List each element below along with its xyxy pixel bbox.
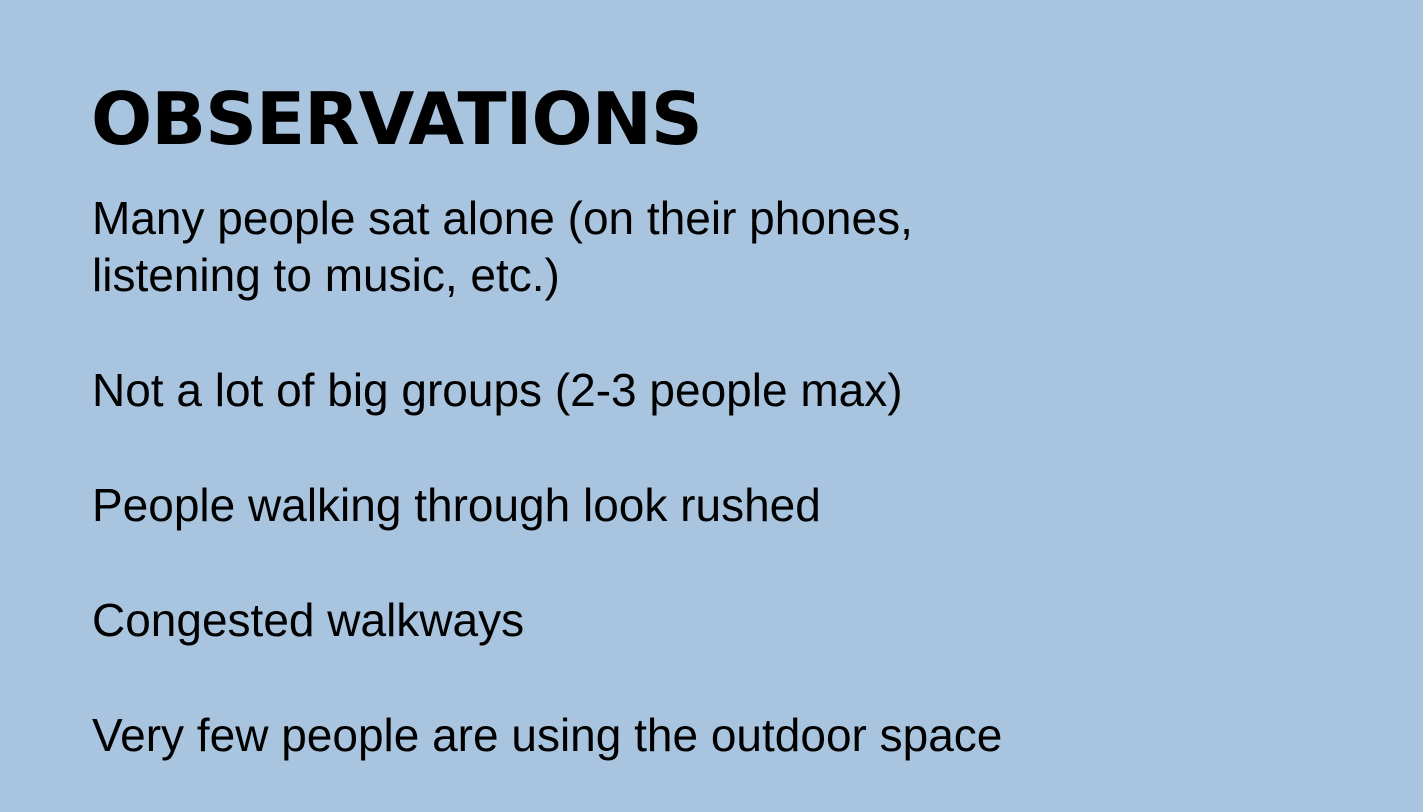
observation-item: Not a lot of big groups (2-3 people max): [92, 364, 903, 416]
observation-item: Congested walkways: [92, 594, 525, 646]
observation-item: People walking through look rushed: [92, 479, 821, 531]
observation-item: Many people sat alone (on their phones, …: [92, 192, 913, 301]
slide-title: OBSERVATIONS: [91, 77, 703, 161]
observation-item: Very few people are using the outdoor sp…: [92, 709, 1003, 761]
observations-list: Many people sat alone (on their phones, …: [92, 190, 1132, 764]
slide: OBSERVATIONS Many people sat alone (on t…: [0, 0, 1423, 812]
